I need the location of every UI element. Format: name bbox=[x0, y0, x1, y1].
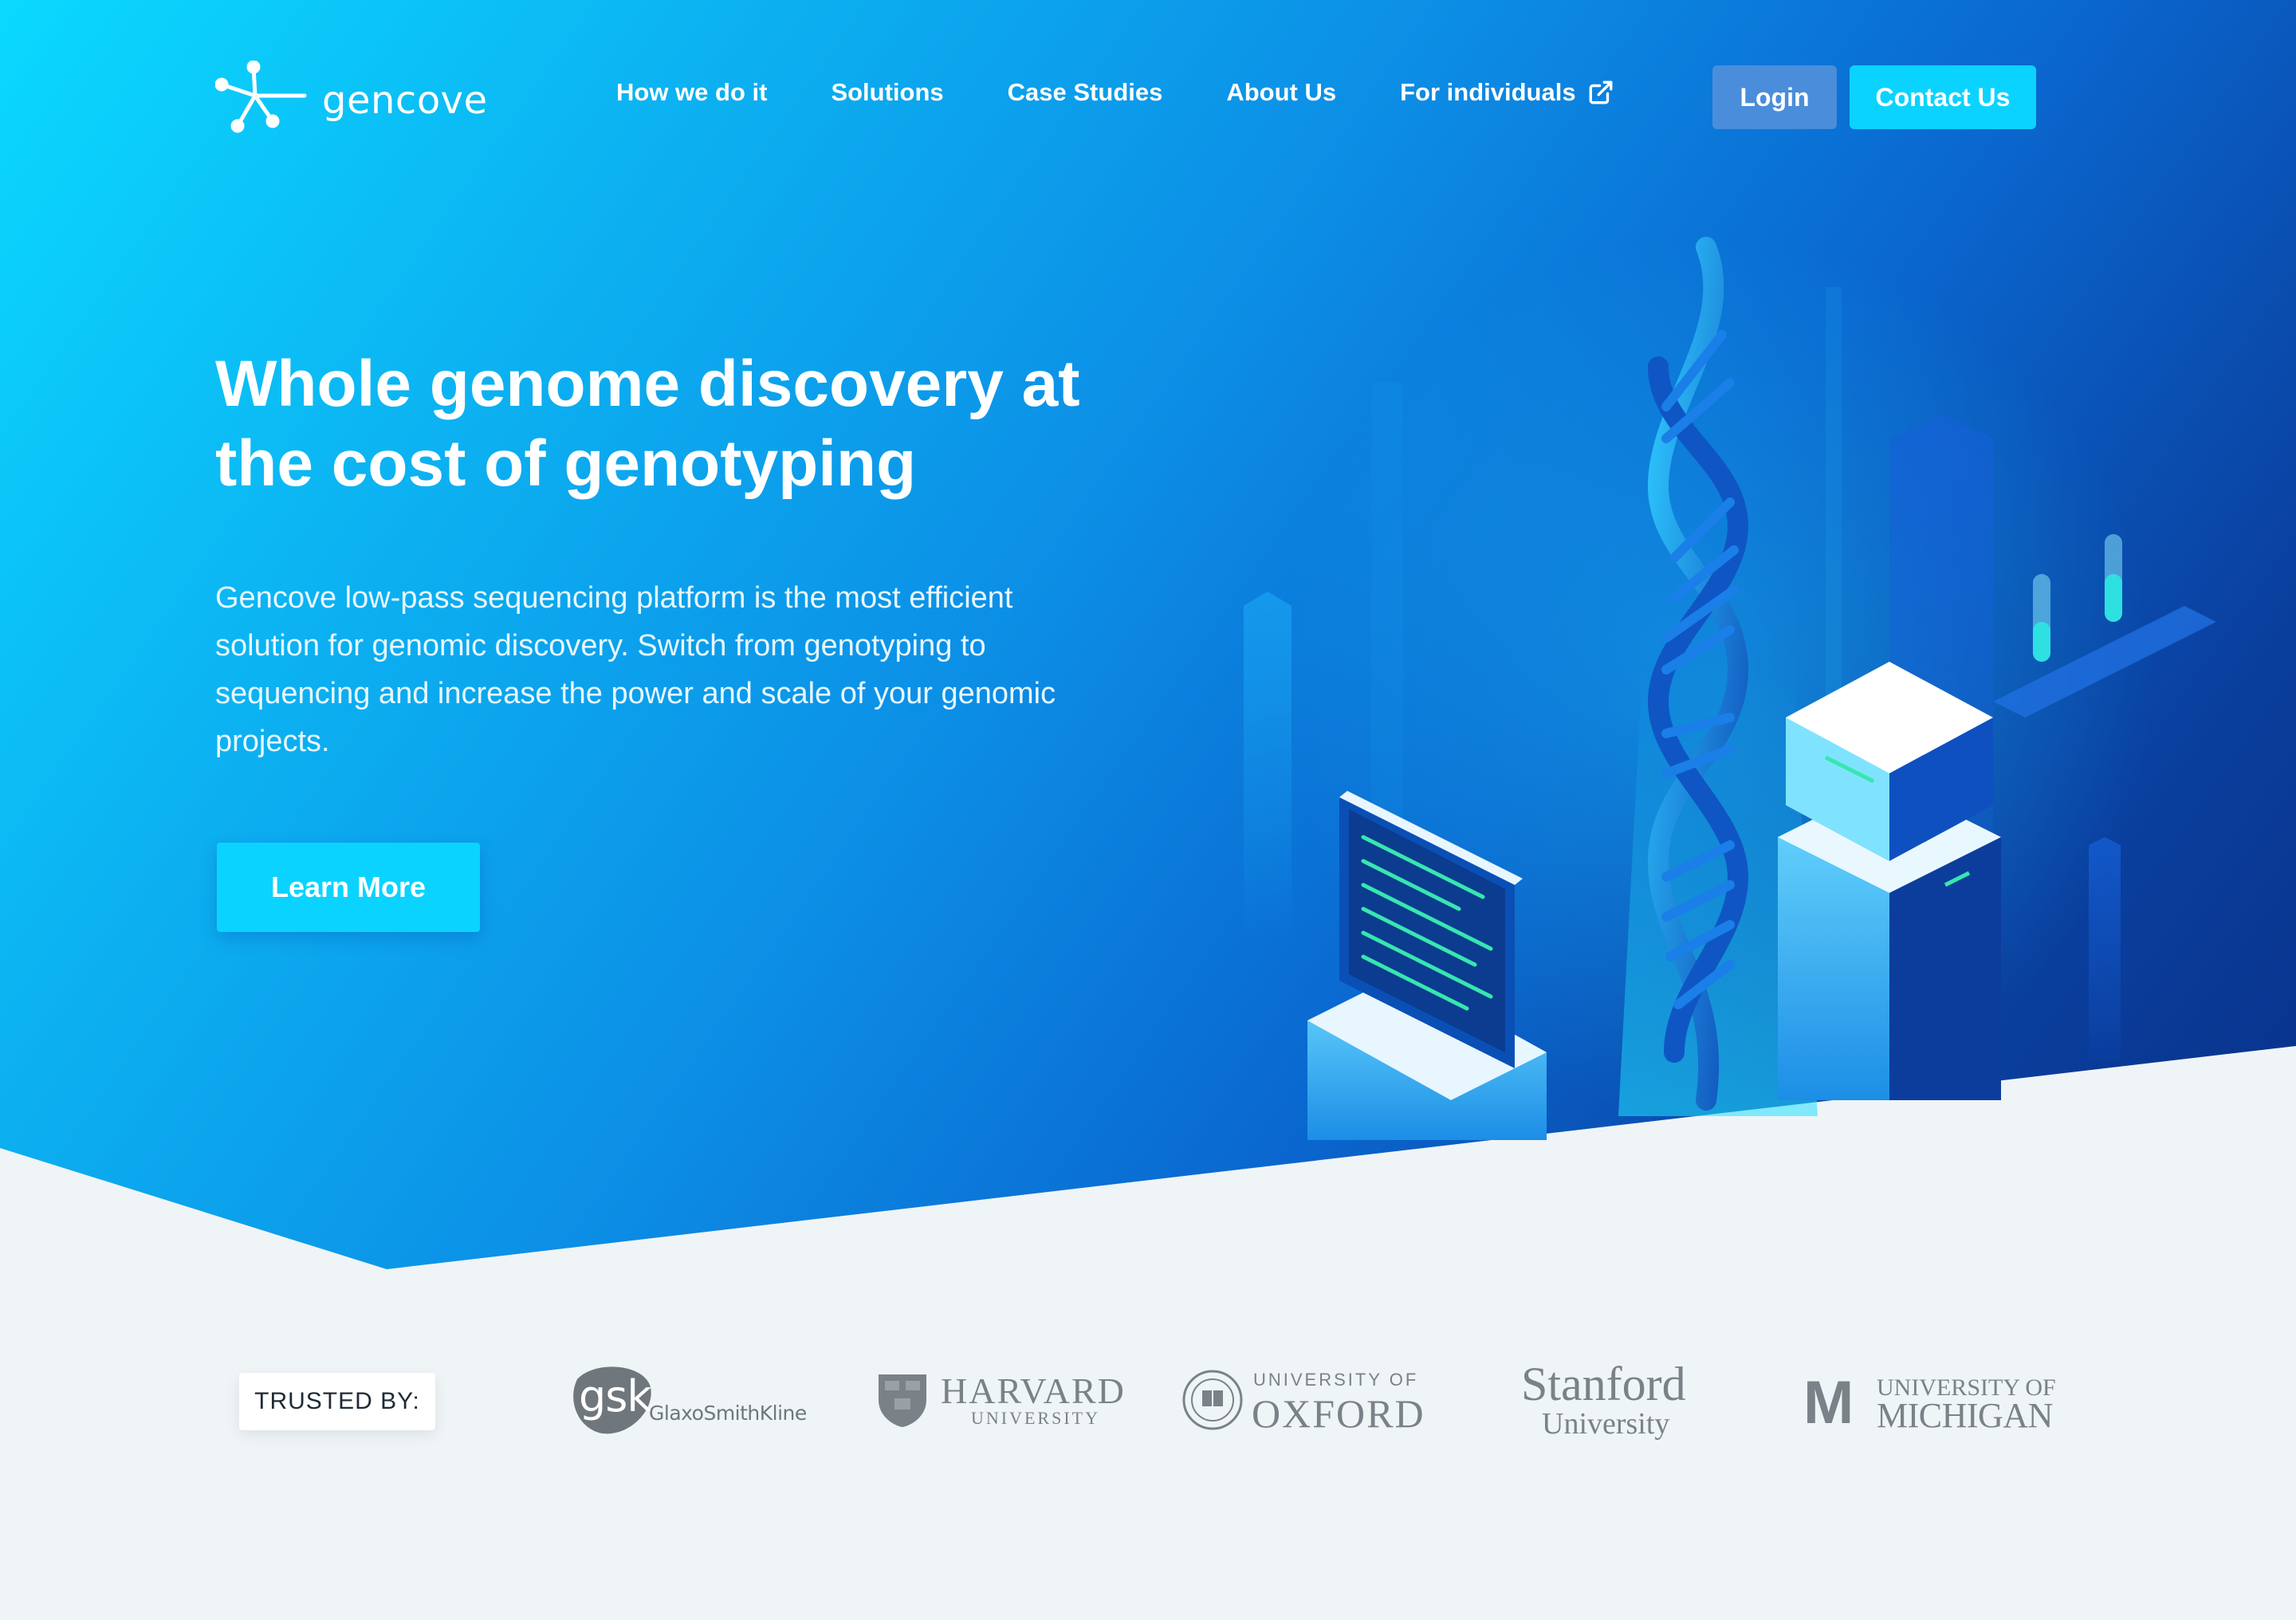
harvard-shield-icon bbox=[879, 1374, 926, 1427]
brand-name: gencove bbox=[322, 77, 488, 123]
nav-link-solutions[interactable]: Solutions bbox=[831, 78, 943, 107]
test-tube-icon bbox=[1993, 534, 2216, 718]
gsk-name: GlaxoSmithKline bbox=[649, 1402, 807, 1425]
hero-headline-line1: Whole genome discovery at bbox=[215, 348, 1080, 420]
nav-link-label: Case Studies bbox=[1007, 78, 1163, 106]
brand-logo[interactable]: gencove bbox=[214, 60, 488, 140]
oxford-name: OXFORD bbox=[1252, 1391, 1425, 1436]
hero-headline-line2: the cost of genotyping bbox=[215, 427, 917, 500]
monitor-icon bbox=[1307, 791, 1547, 1140]
trusted-by-badge: TRUSTED BY: bbox=[239, 1373, 435, 1430]
nav-link-how-we-do-it[interactable]: How we do it bbox=[616, 78, 767, 107]
harvard-logo: HARVARD UNIVERSITY bbox=[877, 1368, 1124, 1432]
page: gencove How we do it Solutions Case Stud… bbox=[0, 0, 2296, 1620]
oxford-top: UNIVERSITY OF bbox=[1253, 1370, 1419, 1390]
oxford-crest-icon bbox=[1182, 1370, 1243, 1430]
nav-link-label: Solutions bbox=[831, 78, 944, 106]
stanford-sub: University bbox=[1542, 1407, 1670, 1441]
nav-link-case-studies[interactable]: Case Studies bbox=[1008, 78, 1163, 107]
nav-link-label: About Us bbox=[1226, 78, 1337, 106]
michigan-name: MICHIGAN bbox=[1877, 1396, 2053, 1435]
harvard-sub: UNIVERSITY bbox=[971, 1408, 1100, 1428]
gsk-logo: gsk GlaxoSmithKline bbox=[571, 1362, 807, 1438]
michigan-logo: M UNIVERSITY OF MICHIGAN bbox=[1803, 1369, 2056, 1437]
hero-description: Gencove low-pass sequencing platform is … bbox=[215, 581, 1056, 758]
nav-link-for-individuals[interactable]: For individuals bbox=[1400, 78, 1614, 107]
nav-link-label: For individuals bbox=[1400, 78, 1576, 106]
gsk-mark: gsk bbox=[579, 1371, 652, 1421]
molecule-node-icon bbox=[214, 60, 309, 140]
top-nav: gencove How we do it Solutions Case Stud… bbox=[0, 0, 2296, 191]
stanford-logo: Stanford University bbox=[1521, 1357, 1696, 1445]
nav-links: How we do it Solutions Case Studies Abou… bbox=[616, 78, 1614, 107]
server-icon bbox=[1778, 662, 2001, 1100]
nav-link-label: How we do it bbox=[616, 78, 768, 106]
nav-link-about-us[interactable]: About Us bbox=[1226, 78, 1336, 107]
learn-more-button[interactable]: Learn More bbox=[217, 843, 480, 932]
login-button[interactable]: Login bbox=[1712, 65, 1837, 129]
michigan-mark: M bbox=[1803, 1369, 1854, 1437]
oxford-logo: UNIVERSITY OF OXFORD bbox=[1181, 1363, 1429, 1437]
contact-us-button[interactable]: Contact Us bbox=[1850, 65, 2036, 129]
harvard-name: HARVARD bbox=[941, 1370, 1126, 1411]
external-link-icon bbox=[1587, 79, 1614, 106]
dna-lab-isometric-illustration bbox=[1244, 237, 2216, 1140]
hero-headline: Whole genome discovery at the cost of ge… bbox=[215, 344, 1124, 504]
stanford-name: Stanford bbox=[1521, 1358, 1686, 1410]
